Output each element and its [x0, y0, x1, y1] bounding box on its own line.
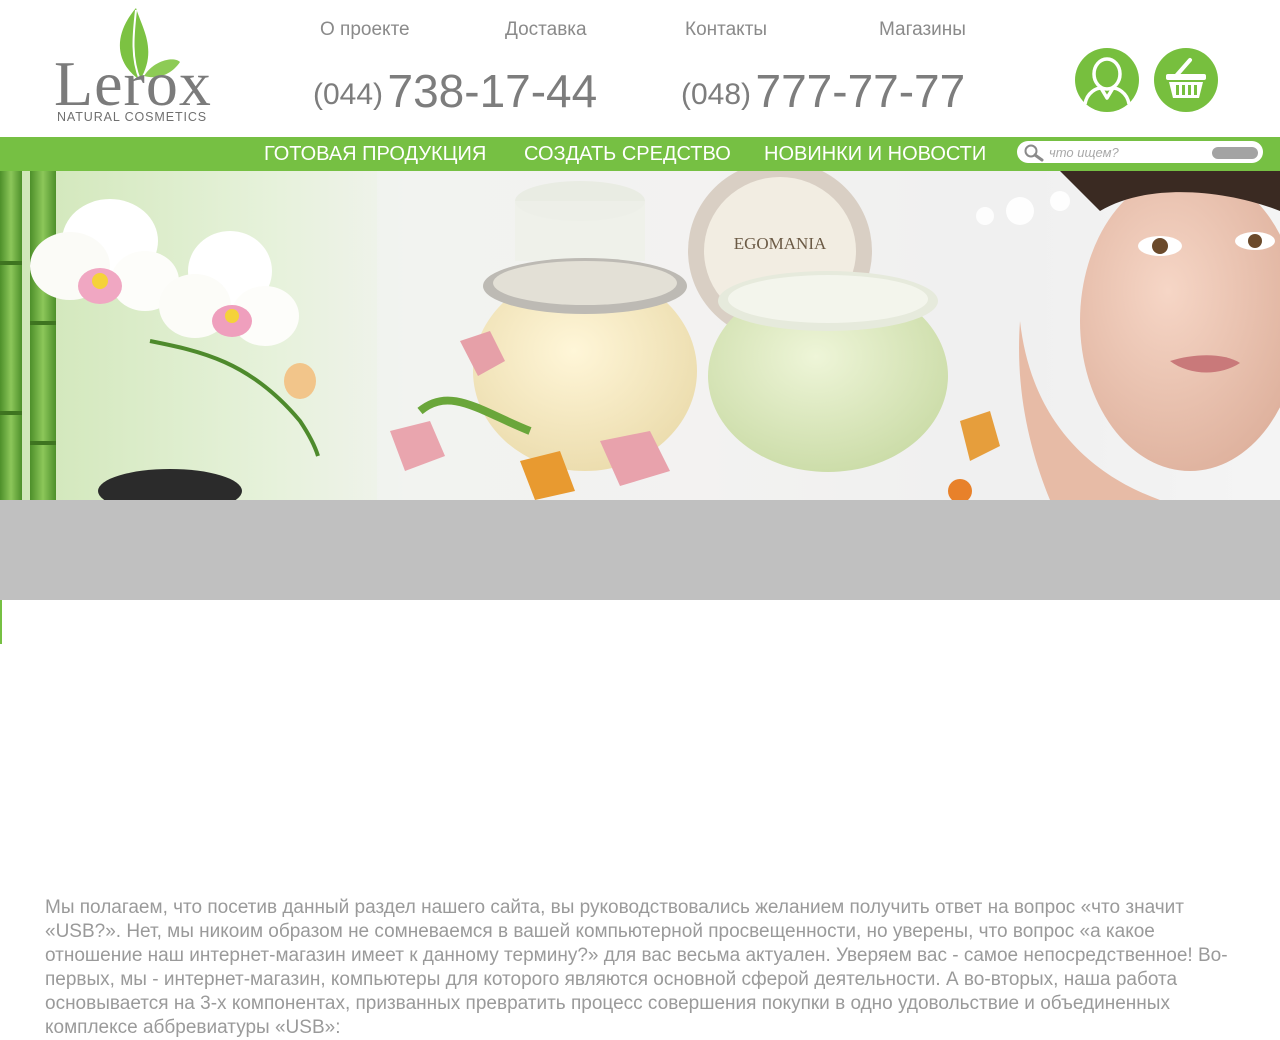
nav-item-news[interactable]: НОВИНКИ И НОВОСТИ	[764, 143, 986, 166]
logo-wordmark: Lerox	[54, 48, 212, 119]
logo-tagline: NATURAL COSMETICS	[57, 110, 208, 124]
phone-code: (044)	[313, 78, 384, 111]
main-nav: ГОТОВАЯ ПРОДУКЦИЯ СОЗДАТЬ СРЕДСТВО НОВИН…	[0, 137, 1280, 171]
orchid-flower	[159, 231, 299, 346]
basket-icon	[1166, 58, 1206, 98]
cream-jar	[708, 271, 948, 472]
search-box	[1017, 141, 1263, 163]
search-button[interactable]	[1212, 147, 1258, 159]
phone-odesa: (048) 777-77-77	[681, 64, 965, 118]
gray-band	[0, 500, 1280, 600]
cream-jar	[515, 181, 645, 261]
nav-link-delivery[interactable]: Доставка	[505, 19, 587, 41]
accent-tick	[0, 600, 2, 644]
nav-item-ready-products[interactable]: ГОТОВАЯ ПРОДУКЦИЯ	[264, 143, 486, 166]
intro-text: Мы полагаем, что посетив данный раздел н…	[45, 897, 1228, 1038]
nav-item-create-product[interactable]: СОЗДАТЬ СРЕДСТВО	[524, 143, 731, 166]
cart-button[interactable]	[1154, 48, 1218, 112]
nav-link-contacts[interactable]: Контакты	[685, 19, 767, 41]
search-input[interactable]	[1049, 143, 1217, 161]
jar-brand-label: EGOMANIA	[734, 234, 827, 253]
phone-kyiv: (044) 738-17-44	[313, 64, 597, 118]
cream-jar	[473, 258, 697, 471]
phone-number: 777-77-77	[755, 65, 966, 117]
site-logo[interactable]: Lerox NATURAL COSMETICS	[54, 6, 216, 126]
user-icon	[1083, 57, 1131, 105]
phone-number: 738-17-44	[387, 65, 598, 117]
nav-link-stores[interactable]: Магазины	[879, 19, 966, 41]
account-button[interactable]	[1075, 48, 1139, 112]
nav-link-about[interactable]: О проекте	[320, 19, 410, 41]
search-icon	[1024, 144, 1044, 162]
phone-code: (048)	[681, 78, 752, 111]
hero-banner: EGOMANIA	[0, 171, 1280, 500]
banner-illustration: EGOMANIA	[0, 171, 1280, 500]
